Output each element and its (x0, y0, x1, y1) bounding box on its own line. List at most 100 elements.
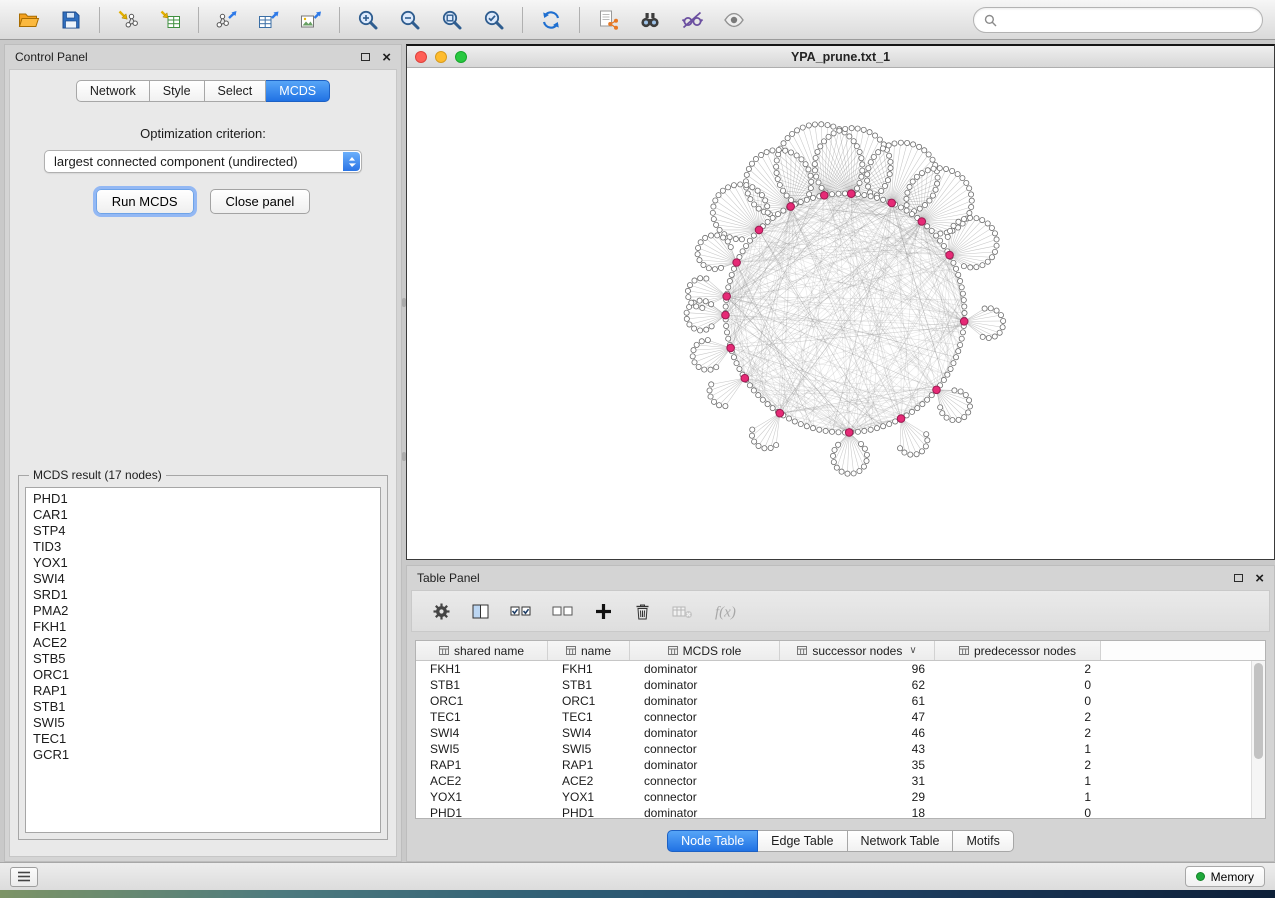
column-header-predecessor-nodes[interactable]: predecessor nodes (935, 641, 1101, 660)
table-scrollbar[interactable] (1251, 661, 1265, 818)
tab-select[interactable]: Select (205, 80, 267, 102)
mcds-result-item[interactable]: FKH1 (26, 619, 380, 635)
zoom-in-icon (356, 8, 380, 32)
run-mcds-button[interactable]: Run MCDS (96, 189, 194, 214)
gear-icon (432, 602, 451, 621)
delete-column-button[interactable] (631, 600, 654, 623)
window-zoom-button[interactable] (455, 51, 467, 63)
mcds-result-list[interactable]: PHD1CAR1STP4TID3YOX1SWI4SRD1PMA2FKH1ACE2… (25, 487, 381, 833)
dropdown-stepper-icon (343, 152, 360, 171)
table-row[interactable]: ACE2ACE2connector311 (416, 773, 1251, 789)
float-panel-icon[interactable] (1234, 574, 1243, 582)
table-row[interactable]: STB1STB1dominator620 (416, 677, 1251, 693)
table-tab-network-table[interactable]: Network Table (848, 830, 954, 852)
column-header-successor-nodes[interactable]: successor nodes∨ (780, 641, 935, 660)
table-row[interactable]: PHD1PHD1dominator180 (416, 805, 1251, 818)
zoom-selected-icon (482, 8, 506, 32)
mcds-result-item[interactable]: RAP1 (26, 683, 380, 699)
table-cell: 35 (780, 758, 935, 772)
share-document-button[interactable] (587, 3, 629, 37)
window-minimize-button[interactable] (435, 51, 447, 63)
table-mode-button[interactable] (430, 600, 453, 623)
new-column-button[interactable] (592, 600, 615, 623)
zoom-fit-icon (440, 8, 464, 32)
mcds-result-item[interactable]: TID3 (26, 539, 380, 555)
export-network-icon (215, 8, 239, 32)
table-row[interactable]: RAP1RAP1dominator352 (416, 757, 1251, 773)
table-cell: SWI5 (416, 742, 548, 756)
table-header-row: shared namenameMCDS rolesuccessor nodes∨… (416, 641, 1265, 661)
close-panel-button[interactable]: Close panel (210, 189, 311, 214)
memory-button[interactable]: Memory (1185, 866, 1265, 887)
column-header-mcds-role[interactable]: MCDS role (630, 641, 780, 660)
close-panel-icon[interactable]: × (1255, 571, 1264, 586)
mcds-result-item[interactable]: YOX1 (26, 555, 380, 571)
tab-mcds[interactable]: MCDS (266, 80, 330, 102)
table-row[interactable]: SWI4SWI4dominator462 (416, 725, 1251, 741)
export-table-button[interactable] (248, 3, 290, 37)
mcds-result-item[interactable]: PHD1 (26, 491, 380, 507)
mcds-result-item[interactable]: SWI5 (26, 715, 380, 731)
criterion-dropdown[interactable]: largest connected component (undirected) (44, 150, 362, 173)
table-tab-edge-table[interactable]: Edge Table (758, 830, 847, 852)
float-panel-icon[interactable] (361, 53, 370, 61)
table-cell: TEC1 (416, 710, 548, 724)
sort-indicator-icon: ∨ (909, 645, 916, 656)
mcds-result-item[interactable]: CAR1 (26, 507, 380, 523)
table-tab-motifs[interactable]: Motifs (953, 830, 1013, 852)
table-row[interactable]: SWI5SWI5connector431 (416, 741, 1251, 757)
tab-style[interactable]: Style (150, 80, 205, 102)
refresh-view-button[interactable] (530, 3, 572, 37)
table-toolbar: f(x) (411, 590, 1270, 632)
show-columns-button[interactable] (469, 600, 492, 623)
select-all-button[interactable] (508, 600, 534, 623)
show-all-button[interactable] (713, 3, 755, 37)
table-tab-node-table[interactable]: Node Table (667, 830, 758, 852)
search-box[interactable] (973, 7, 1263, 33)
window-close-button[interactable] (415, 51, 427, 63)
zoom-fit-button[interactable] (431, 3, 473, 37)
mcds-result-item[interactable]: SWI4 (26, 571, 380, 587)
tab-network[interactable]: Network (76, 80, 150, 102)
table-cell: FKH1 (548, 662, 630, 676)
table-row[interactable]: FKH1FKH1dominator962 (416, 661, 1251, 677)
mcds-result-item[interactable]: STB5 (26, 651, 380, 667)
network-graph[interactable] (407, 69, 1274, 559)
save-session-button[interactable] (50, 3, 92, 37)
mcds-result-item[interactable]: PMA2 (26, 603, 380, 619)
mcds-result-item[interactable]: ORC1 (26, 667, 380, 683)
zoom-selected-button[interactable] (473, 3, 515, 37)
show-panel-list-button[interactable] (10, 867, 38, 887)
import-network-button[interactable] (107, 3, 149, 37)
mcds-result-item[interactable]: TEC1 (26, 731, 380, 747)
table-cell: 2 (935, 726, 1101, 740)
search-input[interactable] (1003, 13, 1252, 27)
mcds-result-item[interactable]: STB1 (26, 699, 380, 715)
export-network-button[interactable] (206, 3, 248, 37)
mcds-result-item[interactable]: GCR1 (26, 747, 380, 763)
hide-selection-button[interactable] (671, 3, 713, 37)
close-panel-icon[interactable]: × (382, 50, 391, 65)
mcds-buttons-row: Run MCDS Close panel (10, 189, 396, 214)
column-header-name[interactable]: name (548, 641, 630, 660)
zoom-in-button[interactable] (347, 3, 389, 37)
mcds-result-item[interactable]: ACE2 (26, 635, 380, 651)
zoom-out-button[interactable] (389, 3, 431, 37)
table-row[interactable]: ORC1ORC1dominator610 (416, 693, 1251, 709)
column-header-shared-name[interactable]: shared name (416, 641, 548, 660)
table-cell: 1 (935, 790, 1101, 804)
control-panel-header: Control Panel × (5, 45, 401, 69)
mcds-result-item[interactable]: STP4 (26, 523, 380, 539)
scrollbar-thumb[interactable] (1254, 663, 1263, 759)
export-image-button[interactable] (290, 3, 332, 37)
open-session-button[interactable] (8, 3, 50, 37)
find-button[interactable] (629, 3, 671, 37)
application-window: Control Panel × NetworkStyleSelectMCDS O… (0, 0, 1275, 898)
toolbar-separator (339, 7, 340, 33)
network-canvas[interactable] (407, 69, 1274, 559)
table-row[interactable]: TEC1TEC1connector472 (416, 709, 1251, 725)
table-row[interactable]: YOX1YOX1connector291 (416, 789, 1251, 805)
mcds-result-item[interactable]: SRD1 (26, 587, 380, 603)
import-table-button[interactable] (149, 3, 191, 37)
deselect-all-button[interactable] (550, 600, 576, 623)
